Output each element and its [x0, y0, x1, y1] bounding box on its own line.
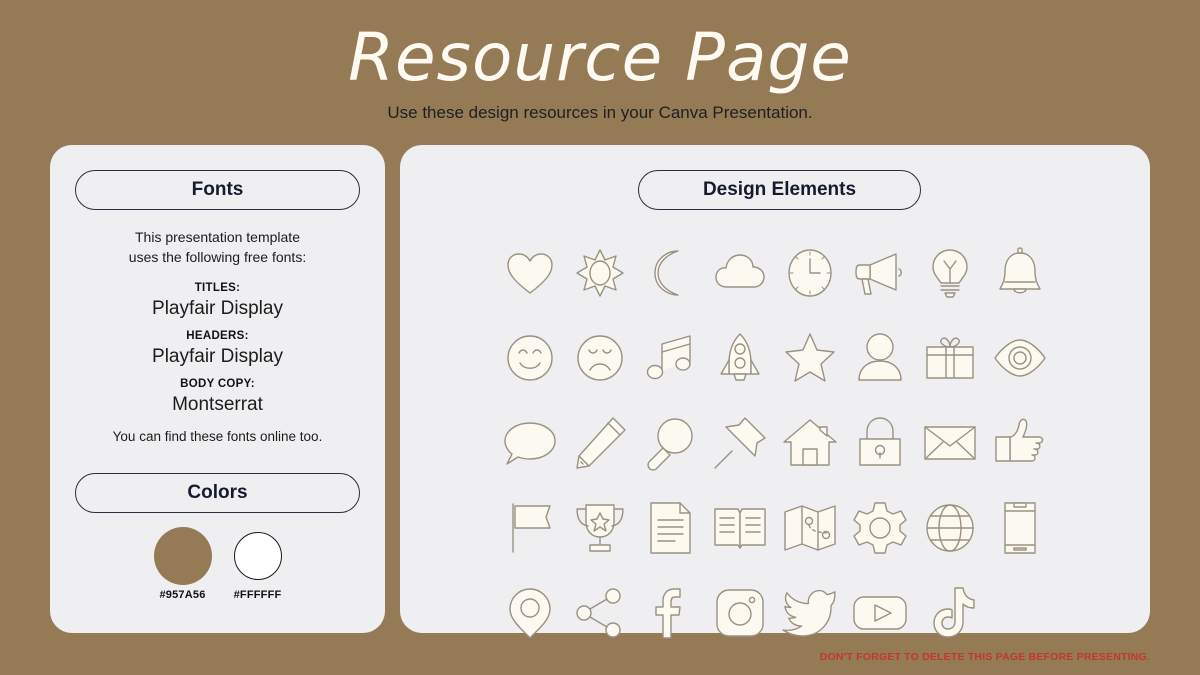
instagram-icon[interactable] — [712, 585, 768, 641]
map-icon[interactable] — [782, 500, 838, 556]
color-swatch-white[interactable] — [233, 532, 282, 580]
page-title: Resource Page — [348, 19, 852, 96]
design-elements-grid — [495, 230, 1055, 655]
rocket-icon[interactable] — [712, 330, 768, 386]
heart-icon[interactable] — [502, 245, 558, 301]
share-icon[interactable] — [572, 585, 628, 641]
colors-section-heading: Colors — [75, 473, 360, 513]
gift-icon[interactable] — [922, 330, 978, 386]
house-icon[interactable] — [782, 415, 838, 471]
pushpin-icon[interactable] — [712, 415, 768, 471]
sun-icon[interactable] — [572, 245, 628, 301]
eye-icon[interactable] — [992, 330, 1048, 386]
moon-icon[interactable] — [642, 245, 698, 301]
lock-icon[interactable] — [852, 415, 908, 471]
twitter-icon[interactable] — [782, 585, 838, 641]
fonts-intro-text: This presentation template uses the foll… — [50, 227, 385, 267]
book-icon[interactable] — [712, 500, 768, 556]
font-group-body-copy: BODY COPY: Montserrat — [50, 377, 385, 418]
color-swatch-brown-label: #957A56 — [159, 589, 206, 601]
page-subtitle: Use these design resources in your Canva… — [387, 103, 813, 122]
delete-page-warning: DON'T FORGET TO DELETE THIS PAGE BEFORE … — [819, 651, 1150, 663]
gear-icon[interactable] — [852, 500, 908, 556]
font-label-headers: HEADERS: — [186, 330, 249, 342]
clock-icon[interactable] — [782, 245, 838, 301]
color-swatch-list: #957A56 #FFFFFF — [50, 527, 385, 601]
colors-heading-label: Colors — [187, 482, 248, 503]
speech-bubble-icon[interactable] — [502, 415, 558, 471]
font-group-titles: TITLES: Playfair Display — [50, 281, 385, 322]
star-icon[interactable] — [782, 330, 838, 386]
lightbulb-icon[interactable] — [922, 245, 978, 301]
document-icon[interactable] — [642, 500, 698, 556]
location-pin-icon[interactable] — [502, 585, 558, 641]
music-note-icon[interactable] — [642, 330, 698, 386]
font-label-body-copy: BODY COPY: — [180, 378, 255, 390]
bell-icon[interactable] — [992, 245, 1048, 301]
sad-face-icon[interactable] — [572, 330, 628, 386]
design-elements-heading: Design Elements — [638, 170, 921, 210]
megaphone-icon[interactable] — [852, 245, 908, 301]
design-elements-heading-label: Design Elements — [702, 179, 857, 200]
fonts-note: You can find these fonts online too. — [112, 429, 323, 444]
flag-icon[interactable] — [502, 500, 558, 556]
fonts-intro-line-2: uses the following free fonts: — [128, 249, 307, 265]
envelope-icon[interactable] — [922, 415, 978, 471]
right-panel: Design Elements — [400, 145, 1150, 639]
phone-icon[interactable] — [992, 500, 1048, 556]
color-swatch-item[interactable]: #FFFFFF — [233, 527, 282, 601]
color-swatch-brown[interactable] — [153, 527, 212, 585]
pencil-icon[interactable] — [572, 415, 628, 471]
font-label-titles: TITLES: — [194, 282, 241, 294]
globe-icon[interactable] — [922, 500, 978, 556]
font-value-headers: Playfair Display — [152, 346, 283, 367]
magnifier-icon[interactable] — [642, 415, 698, 471]
thumbs-up-icon[interactable] — [992, 415, 1048, 471]
color-swatch-item[interactable]: #957A56 — [153, 527, 212, 601]
fonts-heading-label: Fonts — [191, 179, 244, 200]
facebook-icon[interactable] — [642, 585, 698, 641]
tiktok-icon[interactable] — [922, 585, 978, 641]
cloud-icon[interactable] — [712, 245, 768, 301]
person-icon[interactable] — [852, 330, 908, 386]
font-group-headers: HEADERS: Playfair Display — [50, 329, 385, 370]
trophy-icon[interactable] — [572, 500, 628, 556]
color-swatch-white-label: #FFFFFF — [233, 589, 282, 601]
fonts-section-heading: Fonts — [75, 170, 360, 210]
font-value-titles: Playfair Display — [152, 298, 283, 319]
smiley-face-icon[interactable] — [502, 330, 558, 386]
youtube-icon[interactable] — [852, 585, 908, 641]
fonts-intro-line-1: This presentation template — [135, 229, 300, 245]
left-panel: Fonts This presentation template uses th… — [50, 145, 385, 633]
font-value-body-copy: Montserrat — [172, 394, 263, 415]
